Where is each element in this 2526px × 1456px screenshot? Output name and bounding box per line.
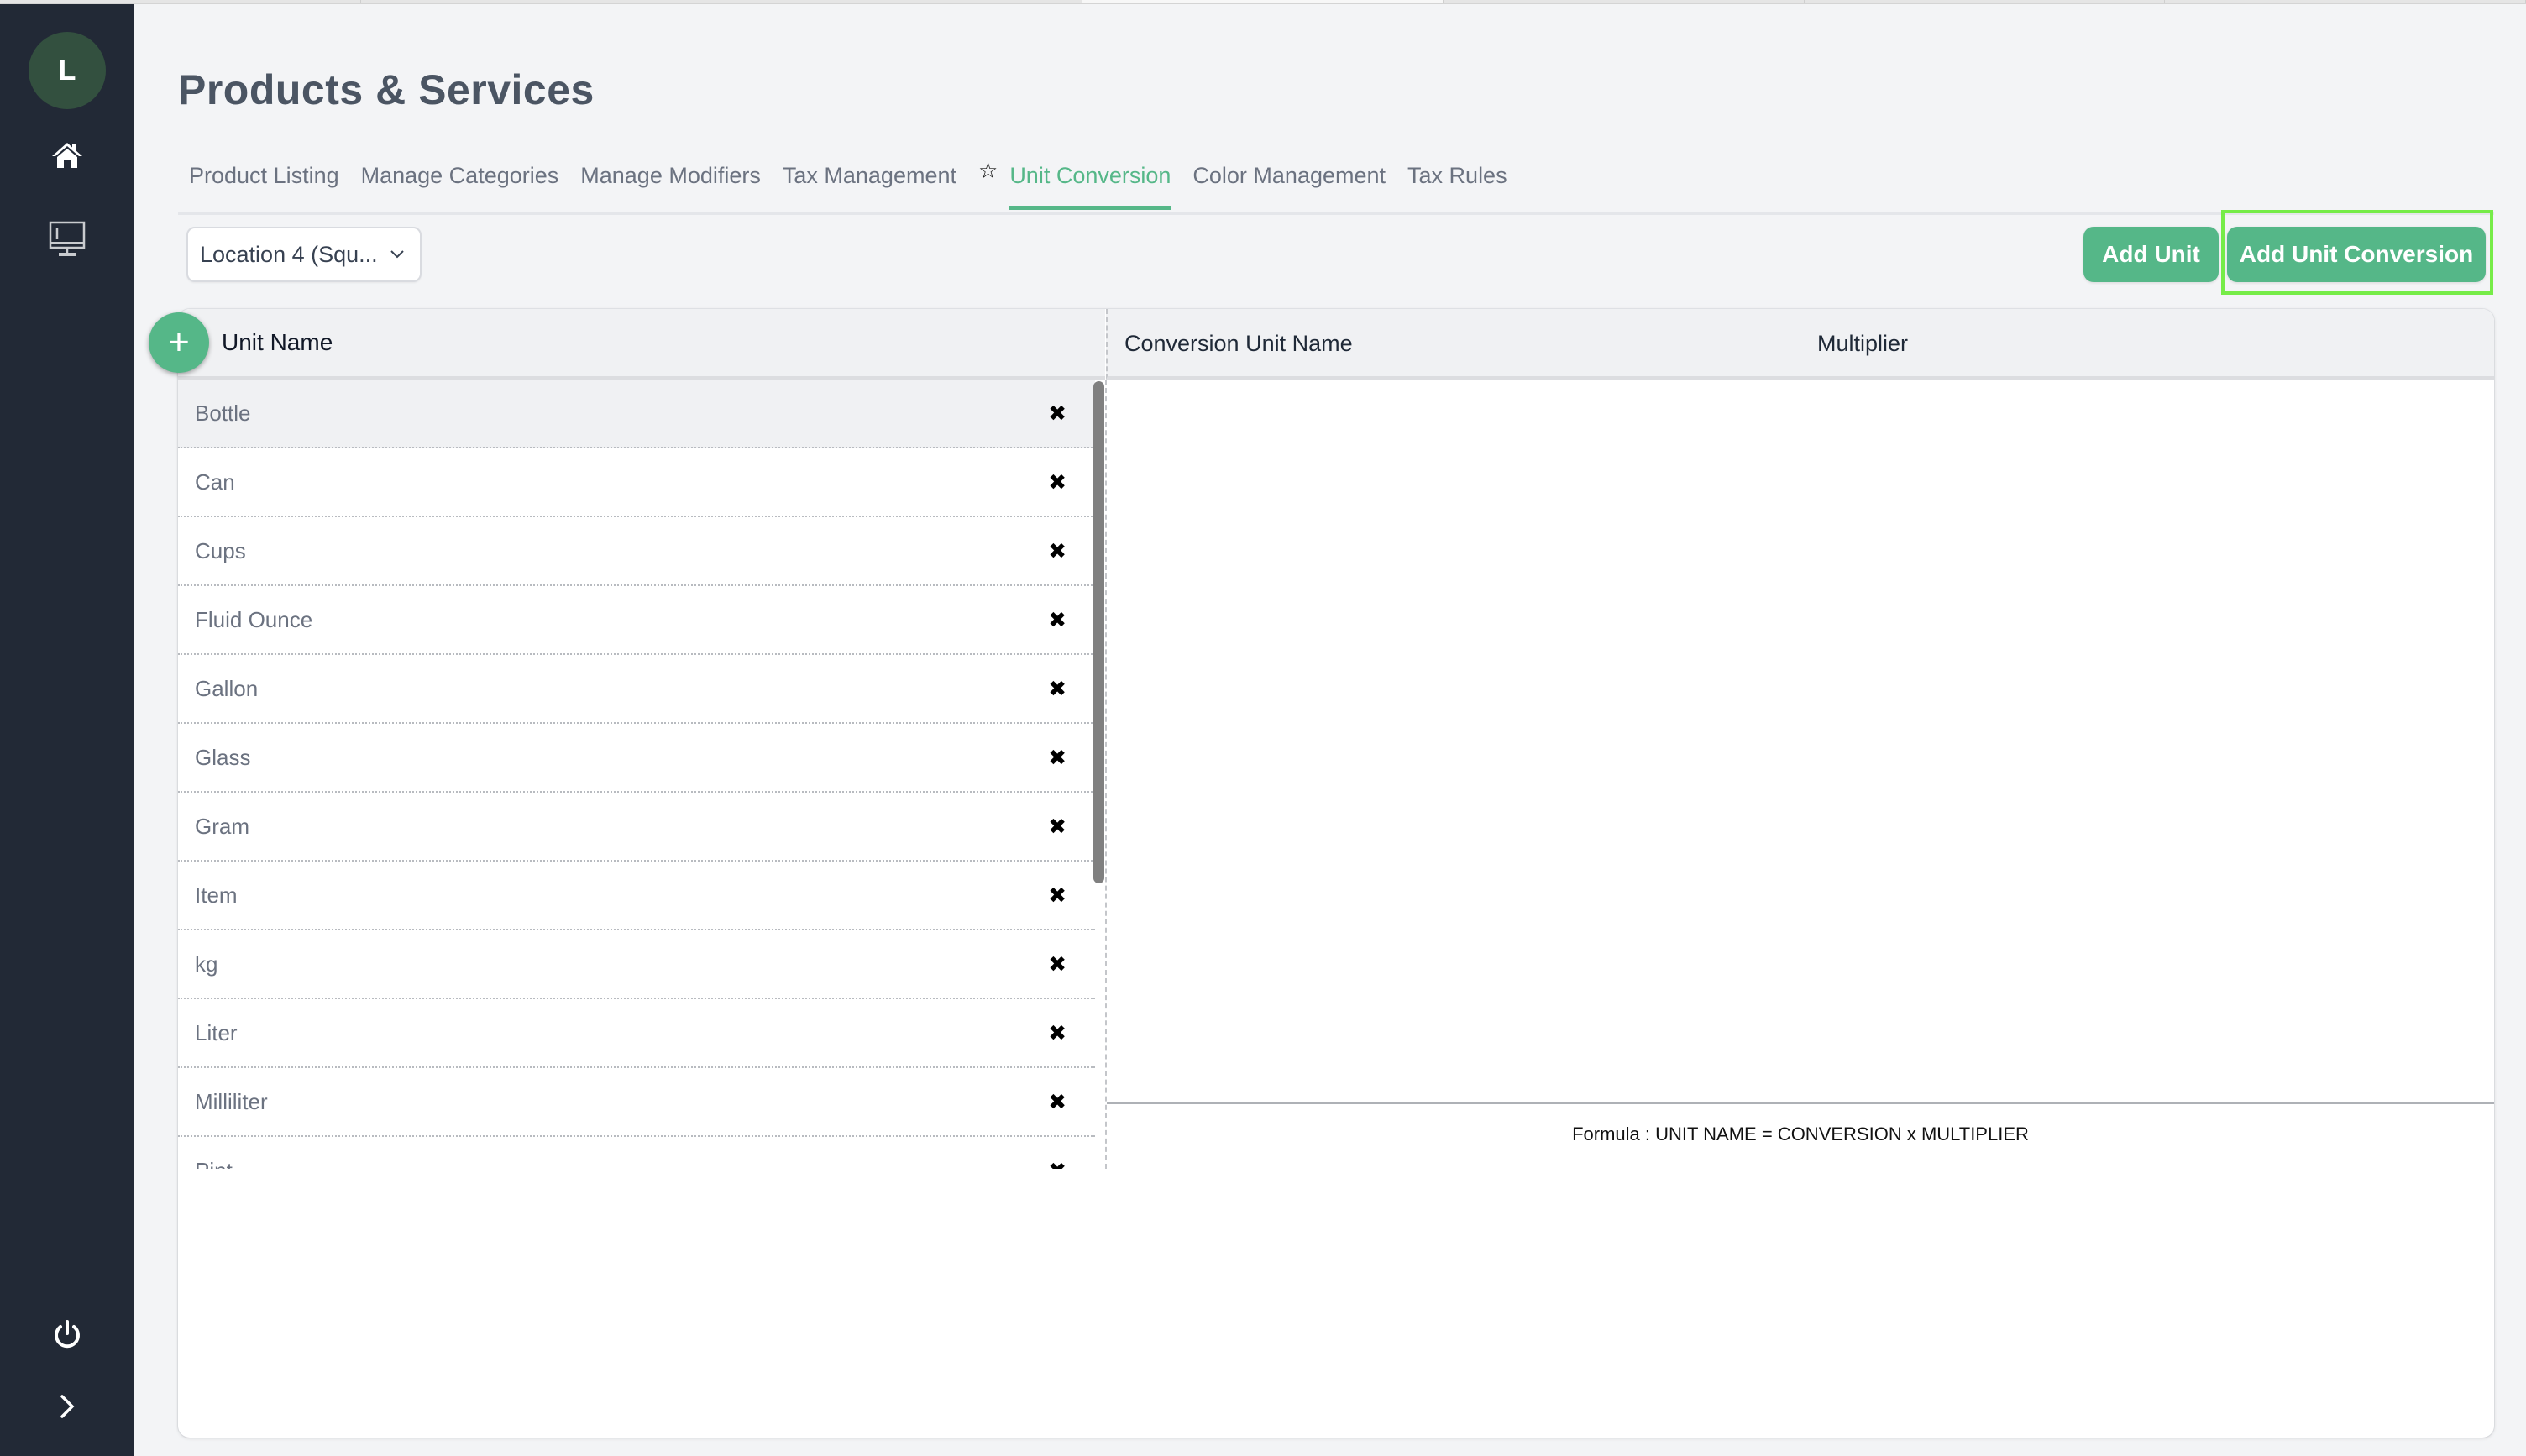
list-item[interactable]: Milliliter ✖ xyxy=(178,1068,1095,1137)
add-unit-button[interactable]: Add Unit xyxy=(2083,227,2219,282)
tab-manage-categories[interactable]: Manage Categories xyxy=(350,160,570,212)
unit-name: Liter xyxy=(195,1019,238,1045)
unit-name: Milliliter xyxy=(195,1088,268,1114)
home-icon[interactable] xyxy=(42,130,92,181)
avatar[interactable]: L xyxy=(29,32,106,109)
browser-tab-active[interactable] xyxy=(1082,0,1444,3)
unit-name: Gallon xyxy=(195,675,259,701)
column-header-conversion-unit-name: Conversion Unit Name xyxy=(1124,331,1353,356)
power-icon[interactable] xyxy=(42,1310,92,1360)
delete-icon[interactable]: ✖ xyxy=(1048,676,1066,702)
unit-list-scrollbar[interactable] xyxy=(1093,381,1104,883)
tab-color-management[interactable]: Color Management xyxy=(1182,160,1397,212)
tab-unit-conversion[interactable]: ☆ Unit Conversion xyxy=(967,158,1182,212)
list-item[interactable]: Gallon ✖ xyxy=(178,655,1095,724)
list-item[interactable]: kg ✖ xyxy=(178,930,1095,999)
delete-icon[interactable]: ✖ xyxy=(1048,1089,1066,1115)
delete-icon[interactable]: ✖ xyxy=(1048,1020,1066,1046)
delete-icon[interactable]: ✖ xyxy=(1048,607,1066,633)
tab-label: Manage Categories xyxy=(360,163,559,188)
unit-list: Bottle ✖ Can ✖ Cups ✖ Fluid Ounce ✖ Gallon ✖ … xyxy=(178,380,1095,1169)
delete-icon[interactable]: ✖ xyxy=(1048,538,1066,564)
tab-label: Tax Management xyxy=(782,163,956,188)
list-item[interactable]: Item ✖ xyxy=(178,862,1095,930)
delete-icon[interactable]: ✖ xyxy=(1048,1158,1066,1170)
browser-tab[interactable] xyxy=(1444,0,1805,3)
sidebar: L xyxy=(0,4,134,1456)
unit-name: Bottle xyxy=(195,400,251,426)
list-item[interactable]: Pint ✖ xyxy=(178,1137,1095,1169)
delete-icon[interactable]: ✖ xyxy=(1048,745,1066,771)
star-icon[interactable]: ☆ xyxy=(978,158,998,184)
unit-name: Gram xyxy=(195,813,249,839)
list-item[interactable]: Gram ✖ xyxy=(178,793,1095,862)
conversion-table-body xyxy=(1107,383,2494,1104)
delete-icon[interactable]: ✖ xyxy=(1048,951,1066,977)
list-item[interactable]: Glass ✖ xyxy=(178,724,1095,793)
unit-name: Item xyxy=(195,882,238,908)
list-item[interactable]: Cups ✖ xyxy=(178,517,1095,586)
tab-label: Color Management xyxy=(1192,163,1386,188)
page-title: Products & Services xyxy=(178,66,595,113)
unit-name: Glass xyxy=(195,744,251,770)
unit-name: Can xyxy=(195,469,235,495)
unit-name: kg xyxy=(195,951,218,977)
tab-label: Product Listing xyxy=(189,163,339,188)
browser-tab[interactable] xyxy=(721,0,1083,3)
tab-product-listing[interactable]: Product Listing xyxy=(178,160,350,212)
tab-label: Manage Modifiers xyxy=(580,163,761,188)
browser-tab[interactable] xyxy=(361,0,722,3)
add-unit-circle-button[interactable]: + xyxy=(149,312,209,373)
browser-tab[interactable] xyxy=(1805,0,2166,3)
formula-text: Formula : UNIT NAME = CONVERSION x MULTI… xyxy=(1572,1123,2029,1144)
list-item[interactable]: Bottle ✖ xyxy=(178,380,1095,448)
unit-name-header: Unit Name xyxy=(178,309,1105,380)
browser-tab[interactable] xyxy=(0,0,361,3)
location-select[interactable]: Location 4 (Squ... xyxy=(186,227,422,282)
delete-icon[interactable]: ✖ xyxy=(1048,401,1066,427)
delete-icon[interactable]: ✖ xyxy=(1048,469,1066,495)
browser-tab-strip xyxy=(0,0,2526,4)
monitor-icon[interactable] xyxy=(42,214,92,264)
list-item[interactable]: Liter ✖ xyxy=(178,999,1095,1068)
chevron-right-icon[interactable] xyxy=(42,1381,92,1432)
tab-tax-management[interactable]: Tax Management xyxy=(772,160,967,212)
delete-icon[interactable]: ✖ xyxy=(1048,814,1066,840)
browser-tab[interactable] xyxy=(2165,0,2526,3)
tab-tax-rules[interactable]: Tax Rules xyxy=(1397,160,1518,212)
conversion-table-header: Conversion Unit Name Multiplier xyxy=(1106,309,2494,380)
unit-name: Pint xyxy=(195,1158,233,1170)
unit-name: Cups xyxy=(195,537,246,563)
chevron-down-icon xyxy=(390,245,405,264)
list-item[interactable]: Can ✖ xyxy=(178,448,1095,517)
column-header-multiplier: Multiplier xyxy=(1817,331,1909,356)
tab-bar: Product Listing Manage Categories Manage… xyxy=(178,158,2494,215)
unit-name: Fluid Ounce xyxy=(195,606,313,632)
tab-label: Unit Conversion xyxy=(1009,163,1171,210)
location-select-value: Location 4 (Squ... xyxy=(200,241,378,267)
tab-manage-modifiers[interactable]: Manage Modifiers xyxy=(569,160,772,212)
unit-conversion-card: Unit Name Conversion Unit Name Multiplie… xyxy=(178,309,2494,1438)
tab-label: Tax Rules xyxy=(1407,163,1507,188)
delete-icon[interactable]: ✖ xyxy=(1048,883,1066,909)
add-unit-conversion-button[interactable]: Add Unit Conversion xyxy=(2227,227,2486,282)
list-item[interactable]: Fluid Ounce ✖ xyxy=(178,586,1095,655)
